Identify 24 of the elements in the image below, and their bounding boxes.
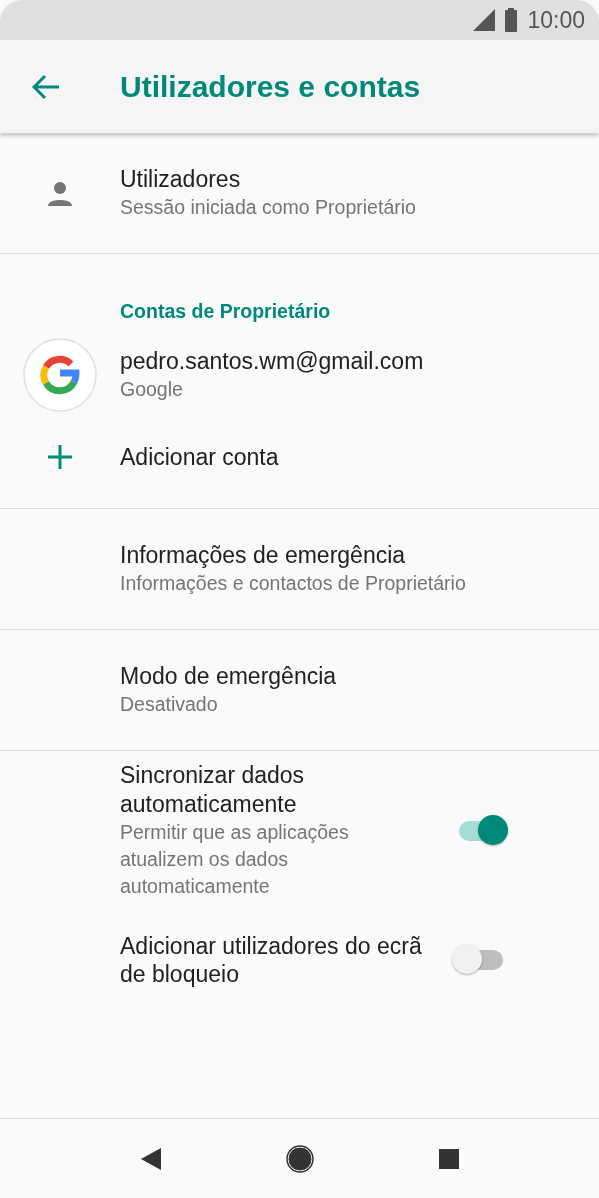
clock: 10:00 bbox=[527, 5, 585, 35]
setting-title: Sincronizar dados automaticamente bbox=[120, 761, 306, 819]
account-email: pedro.santos.wm@gmail.com bbox=[120, 346, 425, 376]
account-type: Google bbox=[120, 376, 184, 402]
setting-title: Utilizadores bbox=[120, 164, 242, 194]
setting-title: Adicionar utilizadores do ecrã de bloqueio bbox=[120, 931, 423, 990]
back-arrow-icon[interactable] bbox=[32, 73, 60, 100]
setting-summary: Sessão iniciada como Proprietário bbox=[120, 194, 417, 220]
g-logo-icon bbox=[22, 337, 98, 413]
signal-icon bbox=[473, 9, 496, 31]
setting-title: Informações de emergência bbox=[120, 540, 407, 570]
setting-title: Adicionar conta bbox=[120, 442, 280, 472]
home-button[interactable] bbox=[285, 1144, 314, 1173]
setting-title: Modo de emergência bbox=[120, 661, 338, 691]
section-header: Contas de Proprietário bbox=[120, 298, 332, 324]
back-button[interactable] bbox=[140, 1147, 161, 1170]
setting-summary: Permitir que as aplicações atualizem os dados automaticamente bbox=[120, 819, 350, 900]
plus-icon bbox=[48, 445, 72, 469]
person-icon bbox=[46, 180, 74, 206]
recents-button[interactable] bbox=[438, 1148, 459, 1169]
battery-icon bbox=[505, 8, 518, 32]
setting-summary: Informações e contactos de Proprietário bbox=[120, 570, 467, 596]
screen-title: Utilizadores e contas bbox=[120, 69, 421, 105]
setting-summary: Desativado bbox=[120, 691, 219, 717]
